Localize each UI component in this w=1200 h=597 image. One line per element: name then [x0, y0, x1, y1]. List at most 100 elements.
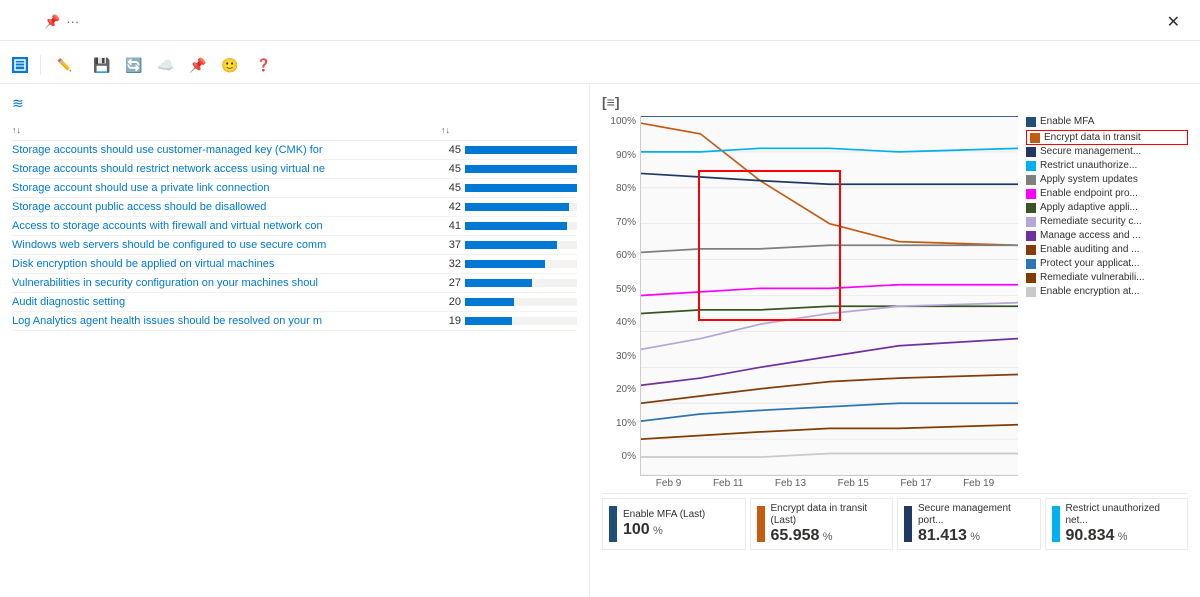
table-row[interactable]: Access to storage accounts with firewall…: [12, 217, 577, 236]
share-icon: ☁️: [157, 57, 174, 74]
legend-item[interactable]: Enable auditing and ...: [1026, 244, 1188, 255]
legend-item[interactable]: Manage access and ...: [1026, 230, 1188, 241]
help-button[interactable]: ❓: [248, 54, 283, 76]
legend-item[interactable]: Restrict unauthorize...: [1026, 160, 1188, 171]
legend-label: Manage access and ...: [1040, 230, 1141, 241]
row-name[interactable]: Access to storage accounts with firewall…: [12, 220, 437, 232]
count-bar: [465, 260, 545, 268]
sort-count-icon[interactable]: ↑↓: [441, 125, 450, 135]
more-icon[interactable]: ···: [66, 14, 79, 29]
legend-item[interactable]: Apply system updates: [1026, 174, 1188, 185]
y-axis-label: 90%: [616, 150, 636, 161]
legend-item[interactable]: Encrypt data in transit: [1026, 130, 1188, 145]
main-window: 📌 ··· ✕ ✏️ 💾 🔄: [0, 0, 1200, 597]
toolbar-divider: [40, 55, 41, 75]
legend-label: Enable auditing and ...: [1040, 244, 1140, 255]
metric-value: 100: [623, 521, 650, 538]
settings-icon: 📌: [189, 57, 206, 74]
chart-title: [≡]: [602, 94, 1188, 110]
row-count-cell: 19: [437, 315, 577, 327]
row-name[interactable]: Storage account should use a private lin…: [12, 182, 437, 194]
legend-color: [1026, 175, 1036, 185]
bar-container: [465, 241, 577, 249]
legend-label: Remediate vulnerabili...: [1040, 272, 1145, 283]
settings-button[interactable]: 📌: [184, 51, 212, 79]
title-bar: 📌 ··· ✕: [0, 0, 1200, 41]
count-number: 19: [437, 315, 461, 327]
table-row[interactable]: Storage accounts should restrict network…: [12, 160, 577, 179]
table-row[interactable]: Disk encryption should be applied on vir…: [12, 255, 577, 274]
row-name[interactable]: Storage account public access should be …: [12, 201, 437, 213]
y-axis-label: 10%: [616, 418, 636, 429]
x-axis-label: Feb 9: [656, 478, 682, 489]
table-row[interactable]: Storage account public access should be …: [12, 198, 577, 217]
metric-label: Encrypt data in transit (Last): [771, 503, 887, 527]
feedback-icon: 🙂: [221, 57, 238, 74]
metric-unit: %: [653, 525, 663, 537]
share-button[interactable]: ☁️: [152, 51, 180, 79]
y-axis-label: 40%: [616, 317, 636, 328]
table-header: ↑↓ ↑↓: [12, 120, 577, 141]
workbooks-icon: [12, 57, 28, 73]
row-count-cell: 32: [437, 258, 577, 270]
table-row[interactable]: Storage account should use a private lin…: [12, 179, 577, 198]
content-area: ≋ ↑↓ ↑↓ Storage accounts sh: [0, 84, 1200, 597]
legend-item[interactable]: Secure management...: [1026, 146, 1188, 157]
metric-unit: %: [1118, 531, 1128, 543]
legend-item[interactable]: Apply adaptive appli...: [1026, 202, 1188, 213]
metric-content: Encrypt data in transit (Last) 65.958 %: [771, 503, 887, 545]
count-bar: [465, 146, 577, 154]
table-row[interactable]: Audit diagnostic setting 20: [12, 293, 577, 312]
row-name[interactable]: Audit diagnostic setting: [12, 296, 437, 308]
legend-item[interactable]: Remediate security c...: [1026, 216, 1188, 227]
legend-label: Encrypt data in transit: [1044, 132, 1141, 143]
feedback-button[interactable]: 🙂: [216, 51, 244, 79]
count-bar: [465, 165, 577, 173]
metric-label: Restrict unauthorized net...: [1066, 503, 1182, 527]
metric-value-row: 100 %: [623, 521, 705, 539]
count-bar: [465, 184, 577, 192]
metric-content: Secure management port... 81.413 %: [918, 503, 1034, 545]
bar-container: [465, 146, 577, 154]
legend-label: Enable encryption at...: [1040, 286, 1140, 297]
row-name[interactable]: Disk encryption should be applied on vir…: [12, 258, 437, 270]
legend-item[interactable]: Enable MFA: [1026, 116, 1188, 127]
y-axis: 100%90%80%70%60%50%40%30%20%10%0%: [602, 116, 640, 476]
row-name[interactable]: Log Analytics agent health issues should…: [12, 315, 437, 327]
row-count-cell: 45: [437, 182, 577, 194]
y-axis-label: 20%: [616, 384, 636, 395]
metric-value-row: 90.834 %: [1066, 527, 1182, 545]
pin-icon[interactable]: 📌: [44, 14, 60, 30]
legend-item[interactable]: Enable endpoint pro...: [1026, 188, 1188, 199]
refresh-button[interactable]: 🔄: [120, 51, 148, 79]
y-axis-label: 100%: [610, 116, 636, 127]
legend-item[interactable]: Protect your applicat...: [1026, 258, 1188, 269]
row-count-cell: 45: [437, 163, 577, 175]
table-row[interactable]: Vulnerabilities in security configuratio…: [12, 274, 577, 293]
legend-color: [1026, 189, 1036, 199]
count-number: 45: [437, 144, 461, 156]
table-row[interactable]: Log Analytics agent health issues should…: [12, 312, 577, 331]
bar-container: [465, 165, 577, 173]
legend-label: Enable endpoint pro...: [1040, 188, 1138, 199]
row-name[interactable]: Windows web servers should be configured…: [12, 239, 437, 251]
row-name[interactable]: Vulnerabilities in security configuratio…: [12, 277, 437, 289]
row-name[interactable]: Storage accounts should restrict network…: [12, 163, 437, 175]
workbooks-button[interactable]: [12, 57, 32, 73]
table-row[interactable]: Storage accounts should use customer-man…: [12, 141, 577, 160]
legend-color: [1026, 117, 1036, 127]
count-number: 32: [437, 258, 461, 270]
count-number: 27: [437, 277, 461, 289]
sort-name-icon[interactable]: ↑↓: [12, 125, 21, 135]
bar-container: [465, 317, 577, 325]
x-axis-label: Feb 11: [713, 478, 743, 489]
x-axis-label: Feb 17: [900, 478, 931, 489]
legend-item[interactable]: Remediate vulnerabili...: [1026, 272, 1188, 283]
save-button[interactable]: 💾: [88, 51, 116, 79]
row-name[interactable]: Storage accounts should use customer-man…: [12, 144, 437, 156]
legend-item[interactable]: Enable encryption at...: [1026, 286, 1188, 297]
close-button[interactable]: ✕: [1159, 8, 1188, 36]
table-row[interactable]: Windows web servers should be configured…: [12, 236, 577, 255]
col-name-header: ↑↓: [12, 124, 437, 136]
edit-button[interactable]: ✏️: [49, 54, 84, 76]
